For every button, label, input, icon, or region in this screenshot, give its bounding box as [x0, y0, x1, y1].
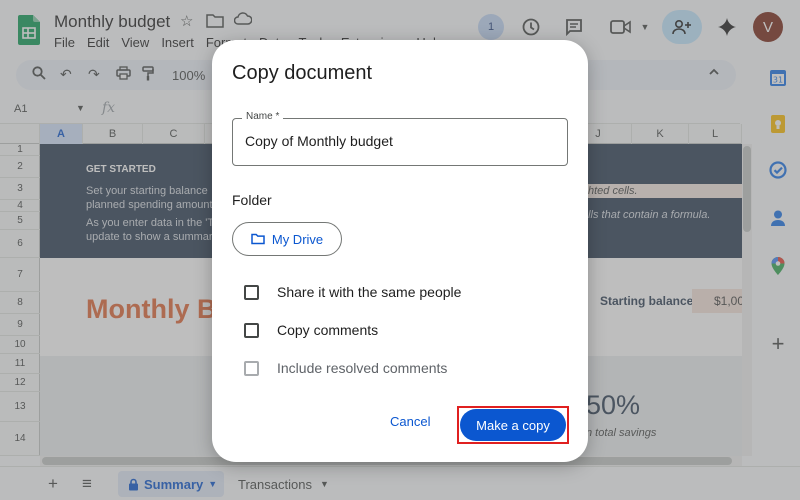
name-field-label: Name * — [242, 111, 284, 122]
copy-comments-label[interactable]: Copy comments — [277, 322, 378, 338]
make-a-copy-button[interactable]: Make a copy — [460, 409, 566, 441]
dialog-title: Copy document — [232, 62, 373, 84]
include-resolved-comments-checkbox — [244, 360, 259, 376]
folder-label: Folder — [232, 192, 272, 208]
name-input[interactable] — [245, 133, 555, 149]
include-resolved-comments-label: Include resolved comments — [277, 360, 448, 376]
folder-icon — [251, 233, 265, 245]
folder-select-label: My Drive — [271, 231, 324, 247]
cancel-button[interactable]: Cancel — [390, 414, 430, 429]
copy-document-dialog: Copy document Name * Folder My Drive Sha… — [212, 40, 588, 462]
option-share-same-people[interactable]: Share it with the same people — [244, 284, 461, 300]
share-same-people-label[interactable]: Share it with the same people — [277, 284, 461, 300]
folder-select-button[interactable]: My Drive — [232, 222, 342, 256]
option-copy-comments[interactable]: Copy comments — [244, 322, 378, 338]
share-same-people-checkbox[interactable] — [244, 284, 259, 300]
option-include-resolved-comments: Include resolved comments — [244, 360, 447, 376]
name-field[interactable]: Name * — [232, 111, 568, 166]
copy-comments-checkbox[interactable] — [244, 322, 259, 338]
